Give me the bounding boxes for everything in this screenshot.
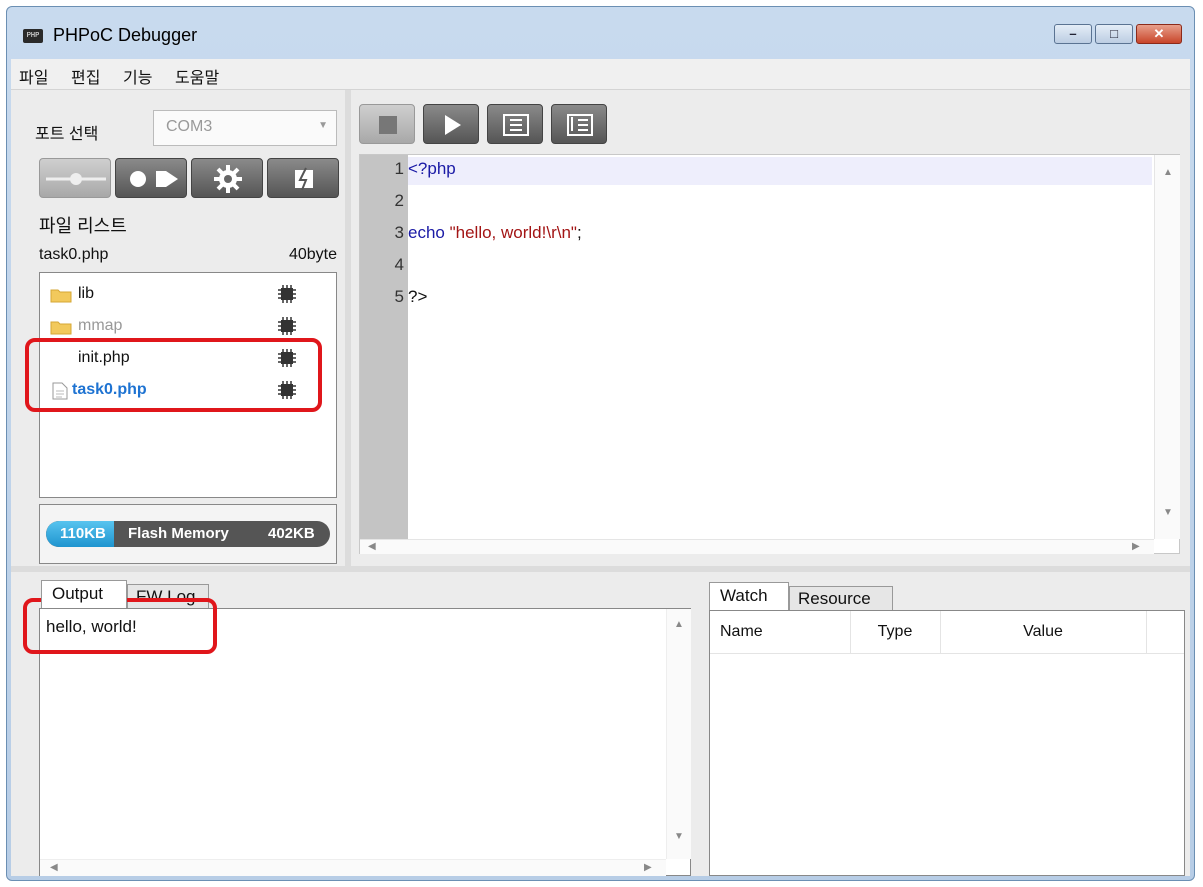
watch-table-header: Name Type Value: [710, 611, 1184, 654]
highlight-box-files: [25, 338, 322, 412]
code-text: ?>: [408, 287, 427, 307]
folder-icon: [50, 289, 72, 303]
scroll-left-icon[interactable]: ◀: [368, 541, 376, 552]
close-icon: ✕: [1153, 26, 1165, 41]
step-into-icon: [567, 114, 593, 136]
maximize-icon: □: [1110, 26, 1118, 41]
tab-resource-label: Resource: [798, 589, 871, 608]
editor-hscrollbar[interactable]: ◀ ▶: [360, 539, 1154, 554]
code-text: <?php: [408, 159, 456, 179]
flash-used: 110KB: [60, 525, 106, 542]
stop-button[interactable]: [359, 104, 415, 144]
code-editor[interactable]: 1 <?php 2 3 echo "hello, world!\r\n"; 4 5 ?> ▲ …: [359, 154, 1180, 554]
maximize-button[interactable]: □: [1095, 24, 1133, 44]
editor-vscrollbar[interactable]: ▲ ▼: [1154, 155, 1180, 539]
folder-icon: [50, 321, 72, 335]
scroll-up-icon[interactable]: ▲: [1163, 167, 1173, 178]
stop-icon: [379, 116, 397, 134]
connect-button[interactable]: [39, 158, 111, 198]
scroll-right-icon[interactable]: ▶: [1132, 541, 1140, 552]
plug-icon: [46, 173, 106, 185]
watch-table: Name Type Value: [709, 610, 1185, 876]
menu-edit[interactable]: 편집: [71, 64, 100, 88]
scroll-down-icon[interactable]: ▼: [674, 831, 684, 842]
scroll-right-icon[interactable]: ▶: [644, 862, 652, 873]
scroll-down-icon[interactable]: ▼: [1163, 507, 1173, 518]
app-window: PHP PHPoC Debugger – □ ✕ 파일 편집 기능 도움말 포트…: [6, 6, 1195, 881]
client-area: 포트 선택 COM3 ▼ 파일 리스트 task0.php 40byte lib: [11, 90, 1190, 876]
firmware-button[interactable]: [267, 158, 339, 198]
line-number: 1: [394, 159, 404, 178]
tab-watch-label: Watch: [720, 586, 768, 605]
tab-watch[interactable]: Watch: [709, 582, 789, 610]
port-value: COM3: [166, 118, 213, 135]
line-number: 5: [394, 287, 404, 306]
minimize-button[interactable]: –: [1054, 24, 1092, 44]
column-header-value-label: Value: [1023, 623, 1063, 640]
selected-file-size: 40byte: [288, 246, 337, 263]
code-token: ;: [576, 223, 582, 242]
step-over-button[interactable]: [487, 104, 543, 144]
step-into-button[interactable]: [551, 104, 607, 144]
run-button[interactable]: [423, 104, 479, 144]
column-header-value[interactable]: Value: [940, 611, 1147, 653]
file-list-label: 파일 리스트: [39, 216, 127, 236]
code-token: "hello, world!\r\n": [449, 223, 577, 242]
play-icon: [445, 115, 461, 135]
code-text: echo "hello, world!\r\n";: [408, 223, 582, 243]
output-vscrollbar[interactable]: ▲ ▼: [666, 609, 691, 859]
flash-total: 402KB: [268, 525, 315, 542]
tab-output[interactable]: Output: [41, 580, 127, 608]
column-header-name-label: Name: [720, 623, 763, 640]
menu-help[interactable]: 도움말: [175, 64, 219, 88]
output-hscrollbar[interactable]: ◀ ▶: [40, 859, 666, 876]
scroll-left-icon[interactable]: ◀: [50, 862, 58, 873]
selected-file-name: task0.php: [39, 246, 109, 263]
window-title: PHPoC Debugger: [53, 25, 198, 45]
chip-flash-icon: [295, 167, 313, 191]
scroll-up-icon[interactable]: ▲: [674, 619, 684, 630]
column-header-type[interactable]: Type: [850, 611, 941, 653]
flash-memory-panel: 110KB Flash Memory 402KB: [39, 504, 337, 564]
menu-file[interactable]: 파일: [19, 64, 48, 88]
unplug-icon: [130, 171, 178, 187]
line-number: 4: [394, 255, 404, 274]
line-number: 3: [394, 223, 404, 242]
gear-icon: [214, 165, 242, 193]
file-item-lib[interactable]: lib: [48, 281, 328, 309]
horizontal-splitter[interactable]: [11, 566, 1190, 572]
app-icon: PHP: [23, 29, 43, 43]
tab-resource[interactable]: Resource: [789, 586, 893, 610]
settings-button[interactable]: [191, 158, 263, 198]
code-token: echo: [408, 223, 450, 242]
flash-label: Flash Memory: [128, 525, 229, 542]
title-bar: PHP PHPoC Debugger – □ ✕: [7, 7, 1194, 59]
code-token: ?>: [408, 287, 428, 306]
current-line-highlight: [408, 157, 1152, 185]
tab-output-label: Output: [52, 584, 104, 603]
menu-function[interactable]: 기능: [123, 64, 152, 88]
disconnect-button[interactable]: [115, 158, 187, 198]
chip-icon: [278, 285, 296, 303]
file-item-name: mmap: [78, 317, 123, 334]
file-item-mmap[interactable]: mmap: [48, 313, 328, 341]
port-label: 포트 선택: [35, 126, 99, 143]
file-item-name: lib: [78, 285, 95, 302]
chevron-down-icon: ▼: [318, 120, 328, 131]
menu-bar: 파일 편집 기능 도움말: [11, 59, 1190, 90]
step-over-icon: [503, 114, 529, 136]
line-number-gutter: [360, 155, 408, 539]
port-select[interactable]: COM3 ▼: [153, 110, 337, 146]
column-header-type-label: Type: [877, 623, 913, 640]
code-token: <?php: [408, 159, 456, 178]
minimize-icon: –: [1069, 26, 1077, 41]
column-header-name[interactable]: Name: [710, 611, 851, 653]
close-button[interactable]: ✕: [1136, 24, 1182, 44]
line-number: 2: [394, 191, 404, 210]
flash-memory-bar: 110KB Flash Memory 402KB: [46, 521, 330, 547]
vertical-splitter[interactable]: [345, 90, 351, 570]
chip-icon: [278, 317, 296, 335]
